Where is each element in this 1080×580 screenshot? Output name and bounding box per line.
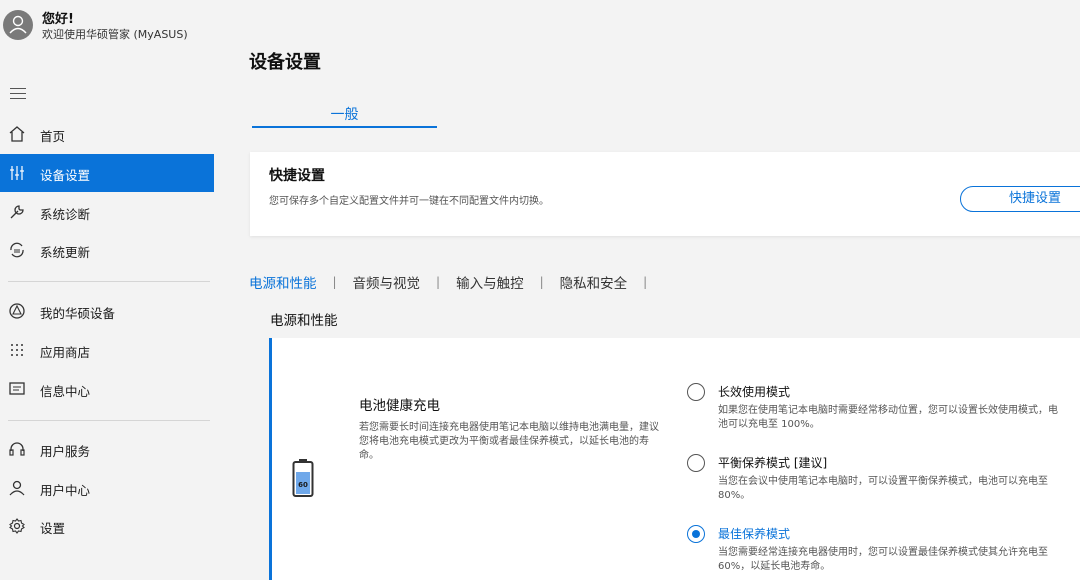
sidebar-item-system-update[interactable]: 系统更新 [0, 231, 214, 269]
section-title: 电源和性能 [270, 313, 338, 329]
sidebar-item-app-store[interactable]: 应用商店 [0, 331, 214, 369]
quick-settings-button[interactable]: 快捷设置 [960, 186, 1080, 212]
option-label: 平衡保养模式 [建议] [718, 456, 828, 470]
sidebar: 您好! 欢迎使用华硕管家 (MyASUS) 首页 设备设置 系统诊断 系统更新 … [0, 0, 220, 580]
category-audio-visual[interactable]: 音频与视觉 [353, 272, 421, 292]
sidebar-item-label: 设置 [40, 521, 66, 536]
battery-title: 电池健康充电 [359, 398, 440, 414]
sidebar-item-user-center[interactable]: 用户中心 [0, 469, 214, 507]
tab-general[interactable]: 一般 [252, 96, 437, 130]
category-divider: | [643, 275, 648, 289]
option-label: 长效使用模式 [718, 385, 791, 399]
sidebar-item-customer-service[interactable]: 用户服务 [0, 430, 214, 468]
welcome-text: 欢迎使用华硕管家 (MyASUS) [42, 28, 188, 41]
update-icon [10, 242, 24, 258]
avatar[interactable] [3, 10, 33, 40]
option-label: 最佳保养模式 [718, 527, 791, 541]
radio-balanced[interactable] [687, 454, 705, 472]
sidebar-item-label: 系统诊断 [40, 207, 91, 222]
page-title: 设备设置 [249, 52, 321, 73]
gear-icon [9, 518, 25, 534]
quick-settings-title: 快捷设置 [269, 168, 325, 184]
category-bar: 电源和性能 | 音频与视觉 | 输入与触控 | 隐私和安全 | [249, 270, 663, 294]
sidebar-item-label: 我的华硕设备 [40, 306, 116, 321]
sidebar-divider [8, 420, 210, 421]
battery-health-card: 60 电池健康充电 若您需要长时间连接充电器使用笔记本电脑以维持电池满电量，建议… [269, 338, 1080, 580]
greeting-text: 您好! [42, 12, 74, 27]
sliders-icon [10, 166, 24, 180]
sidebar-item-my-devices[interactable]: 我的华硕设备 [0, 292, 214, 330]
battery-icon: 60 [292, 459, 314, 497]
radio-long-life[interactable] [687, 383, 705, 401]
sidebar-divider [8, 281, 210, 282]
wrench-icon [10, 205, 24, 219]
category-divider: | [539, 275, 544, 289]
headset-icon [9, 442, 25, 456]
message-icon [9, 382, 25, 395]
sidebar-item-label: 应用商店 [40, 345, 91, 360]
sidebar-item-settings[interactable]: 设置 [0, 507, 214, 545]
category-power[interactable]: 电源和性能 [249, 272, 317, 292]
sidebar-item-device-settings[interactable]: 设备设置 [0, 154, 214, 192]
option-description: 如果您在使用笔记本电脑时需要经常移动位置，您可以设置长效使用模式，电池可以充电至… [718, 405, 1058, 430]
option-description: 当您在会议中使用笔记本电脑时，可以设置平衡保养模式，电池可以充电至 80%。 [718, 476, 1048, 501]
sidebar-item-diagnostics[interactable]: 系统诊断 [0, 193, 214, 231]
tab-underline [252, 126, 437, 128]
radio-max-lifespan[interactable] [687, 525, 705, 543]
category-divider: | [332, 275, 337, 289]
sidebar-item-label: 信息中心 [40, 384, 91, 399]
user-header: 您好! 欢迎使用华硕管家 (MyASUS) [0, 0, 220, 60]
person-avatar-icon [9, 15, 27, 34]
main-content: 设备设置 一般 快捷设置 您可保存多个自定义配置文件并可一键在不同配置文件内切换… [220, 0, 1080, 580]
sidebar-item-message-center[interactable]: 信息中心 [0, 370, 214, 408]
grid-dots-icon [11, 344, 23, 356]
battery-description: 若您需要长时间连接充电器使用笔记本电脑以维持电池满电量，建议您将电池充电模式更改… [359, 422, 659, 461]
sidebar-item-label: 设备设置 [40, 168, 91, 183]
battery-icon-value: 60 [298, 481, 308, 489]
tab-label: 一般 [330, 107, 359, 123]
category-divider: | [436, 275, 441, 289]
category-privacy-security[interactable]: 隐私和安全 [560, 272, 628, 292]
sidebar-item-label: 系统更新 [40, 245, 91, 260]
sidebar-item-label: 首页 [40, 129, 66, 144]
quick-settings-card: 快捷设置 您可保存多个自定义配置文件并可一键在不同配置文件内切换。 快捷设置 [250, 152, 1080, 236]
category-input-touch[interactable]: 输入与触控 [456, 272, 524, 292]
sidebar-item-label: 用户服务 [40, 444, 91, 459]
option-description: 当您需要经常连接充电器使用时，您可以设置最佳保养模式使其允许充电至 60%，以延… [718, 547, 1048, 572]
home-icon [9, 126, 25, 142]
quick-settings-description: 您可保存多个自定义配置文件并可一键在不同配置文件内切换。 [269, 196, 549, 207]
sidebar-item-home[interactable]: 首页 [0, 115, 214, 153]
sidebar-item-label: 用户中心 [40, 483, 91, 498]
devices-icon [9, 303, 25, 319]
hamburger-menu-icon[interactable] [10, 88, 26, 100]
person-icon [9, 480, 25, 496]
